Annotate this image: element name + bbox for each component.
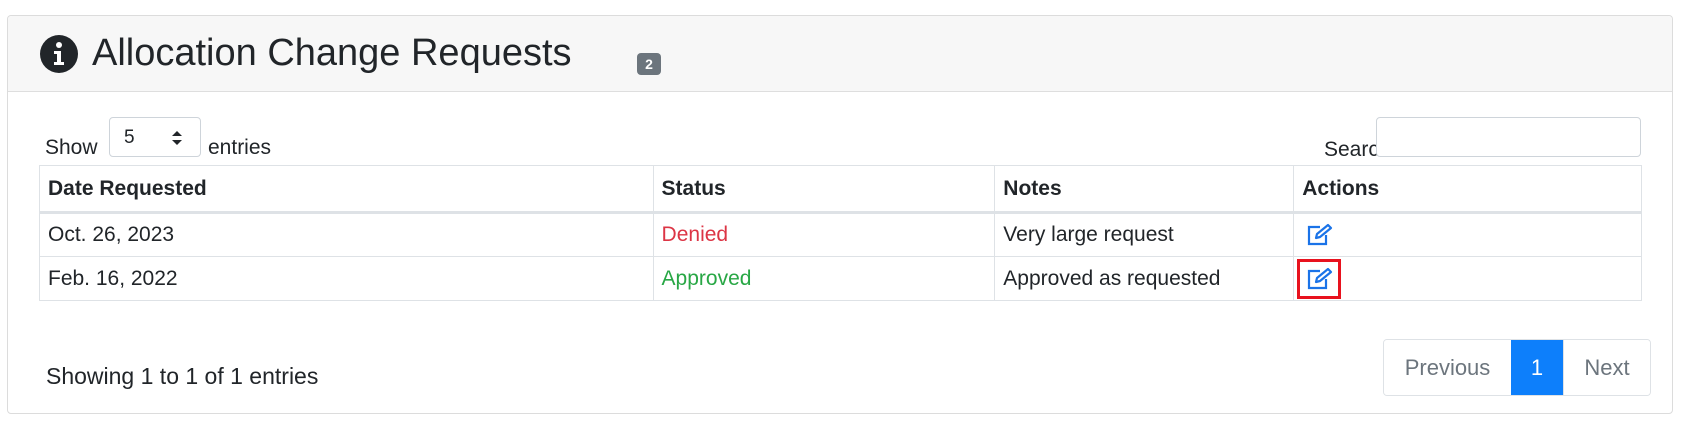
cell-date-requested: Oct. 26, 2023 [39,212,654,257]
entries-label: entries [208,136,272,159]
next-page-button[interactable]: Next [1563,340,1650,395]
column-header-date-requested[interactable]: Date Requested [39,165,654,214]
column-header-actions: Actions [1293,165,1642,214]
requests-table: Date Requested Status Notes Actions Oct.… [39,165,1642,301]
sort-arrows-icon [172,131,182,145]
table-row: Feb. 16, 2022 Approved Approved as reque… [39,256,1642,301]
page-1-button[interactable]: 1 [1511,340,1563,395]
pagination: Previous 1 Next [1383,339,1651,396]
table-row: Oct. 26, 2023 Denied Very large request [39,212,1642,257]
search-input[interactable] [1376,117,1641,157]
cell-actions [1293,212,1642,257]
table-info-text: Showing 1 to 1 of 1 entries [46,363,319,389]
cell-notes: Very large request [994,212,1295,257]
cell-date-requested: Feb. 16, 2022 [39,256,654,301]
cell-notes: Approved as requested [994,256,1295,301]
show-label: Show [45,136,98,159]
count-badge: 2 [637,53,661,75]
page-length-select[interactable]: 5 [109,117,201,157]
cell-status: Denied [652,212,996,257]
previous-page-button[interactable]: Previous [1384,340,1511,395]
cell-status: Approved [652,256,996,301]
table-header-row: Date Requested Status Notes Actions [39,165,1642,214]
allocation-change-requests-card: Allocation Change Requests 2 Show 5 entr… [7,15,1673,414]
edit-icon[interactable] [1297,258,1342,299]
page-title: Allocation Change Requests [92,32,572,74]
edit-icon[interactable] [1302,220,1336,250]
page-length-value: 5 [124,127,135,148]
cell-actions [1293,256,1642,301]
card-header: Allocation Change Requests 2 [8,16,1672,92]
column-header-notes[interactable]: Notes [994,165,1295,214]
column-header-status[interactable]: Status [652,165,996,214]
info-circle-icon [40,35,78,73]
